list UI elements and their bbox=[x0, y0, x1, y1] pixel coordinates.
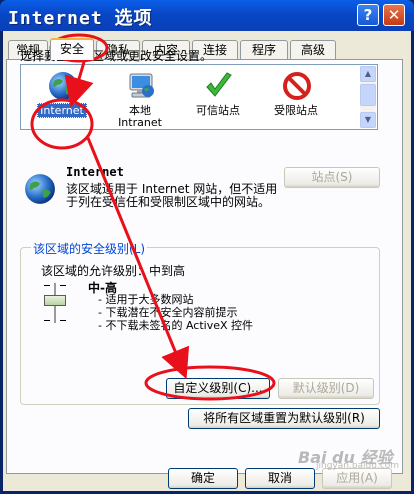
slider-tick bbox=[60, 285, 66, 286]
zone-label: 可信站点 bbox=[196, 104, 240, 117]
tab-security[interactable]: 安全 bbox=[50, 38, 94, 60]
sites-button[interactable]: 站点(S) bbox=[284, 167, 380, 188]
scroll-thumb[interactable] bbox=[360, 84, 376, 106]
help-button[interactable]: ? bbox=[357, 4, 379, 26]
selected-zone-title: Internet bbox=[66, 165, 124, 179]
security-level-group-title: 该区域的安全级别(L) bbox=[31, 240, 148, 257]
zone-label: 受限站点 bbox=[274, 104, 318, 117]
scroll-down-button[interactable]: ▼ bbox=[360, 112, 376, 128]
cancel-button[interactable]: 取消 bbox=[245, 468, 315, 489]
allowed-levels-text: 该区域的允许级别：中到高 bbox=[41, 264, 186, 278]
window-title: Internet 选项 bbox=[8, 8, 153, 29]
checkmark-icon bbox=[206, 72, 232, 97]
computer-globe-icon bbox=[129, 73, 154, 98]
zone-label: Internet bbox=[23, 103, 101, 118]
no-entry-icon bbox=[283, 72, 311, 100]
reset-all-zones-button[interactable]: 将所有区域重置为默认级别(R) bbox=[188, 408, 380, 429]
bullet-item: - 不下载未签名的 ActiveX 控件 bbox=[98, 319, 254, 332]
security-level-bullets: - 适用于大多数网站 - 下载潜在不安全内容前提示 - 不下载未签名的 Acti… bbox=[98, 293, 253, 332]
scroll-up-button[interactable]: ▲ bbox=[360, 66, 376, 82]
zone-trusted-sites[interactable]: 可信站点 bbox=[179, 67, 257, 127]
default-level-button[interactable]: 默认级别(D) bbox=[278, 378, 374, 399]
zone-instruction: 选择要查看的区域或更改安全设置。 bbox=[20, 49, 213, 63]
globe-icon bbox=[25, 174, 55, 204]
zone-label: 本地 Intranet bbox=[118, 104, 162, 129]
bullet-item: - 下载潜在不安全内容前提示 bbox=[98, 306, 238, 319]
slider-tick bbox=[60, 320, 66, 321]
selected-zone-description: 该区域适用于 Internet 网站，但不适用于列在受信任和受限制区域中的网站。 bbox=[66, 182, 278, 209]
tab-programs[interactable]: 程序 bbox=[240, 40, 288, 59]
security-level-slider[interactable] bbox=[44, 295, 66, 306]
slider-tick bbox=[44, 285, 50, 286]
close-button[interactable]: ✕ bbox=[383, 4, 405, 26]
zone-restricted-sites[interactable]: 受限站点 bbox=[257, 67, 335, 127]
zone-local-intranet[interactable]: 本地 Intranet bbox=[101, 67, 179, 129]
apply-button[interactable]: 应用(A) bbox=[322, 468, 392, 489]
watermark-url: jingyan.baidu.com bbox=[316, 461, 400, 471]
custom-level-button[interactable]: 自定义级别(C)... bbox=[166, 378, 270, 399]
zone-list[interactable]: Internet 本地 Intranet 可信站点 受限站点 ▲ ▼ bbox=[20, 64, 378, 130]
internet-options-window: Internet 选项 ? ✕ 常规 安全 隐私 内容 连接 程序 高级 选择要… bbox=[0, 0, 414, 494]
slider-tick bbox=[44, 320, 50, 321]
bullet-item: - 适用于大多数网站 bbox=[98, 293, 194, 306]
tab-advanced[interactable]: 高级 bbox=[290, 40, 336, 59]
globe-icon bbox=[49, 72, 77, 100]
zone-scrollbar[interactable]: ▲ ▼ bbox=[360, 66, 376, 128]
title-bar[interactable]: Internet 选项 ? ✕ bbox=[0, 0, 414, 31]
ok-button[interactable]: 确定 bbox=[168, 468, 238, 489]
zone-internet[interactable]: Internet bbox=[23, 67, 101, 127]
